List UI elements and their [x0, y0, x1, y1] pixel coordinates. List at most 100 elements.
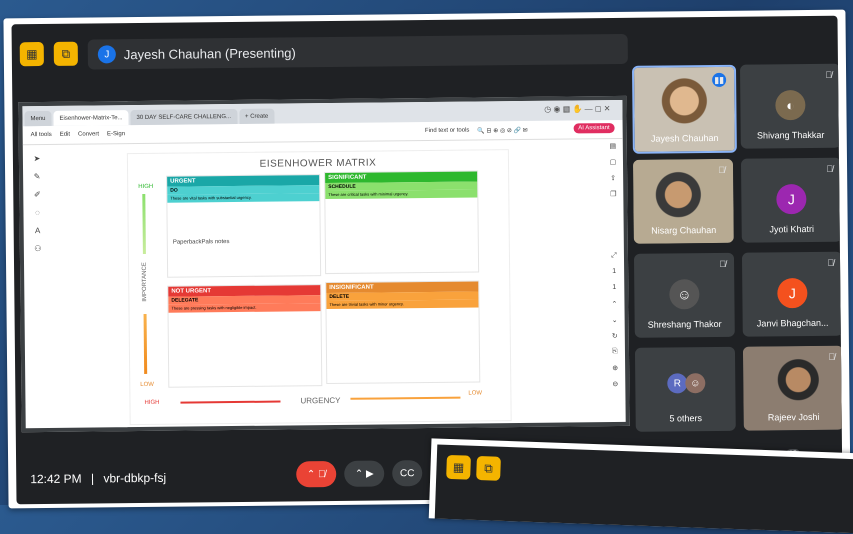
- comment-icon[interactable]: ✎: [31, 172, 43, 184]
- mic-off-icon: 🎙̸: [718, 164, 726, 175]
- mic-off-icon: 🎙̸: [828, 351, 836, 362]
- quadrant-urgent: URGENT DO These are vital tasks with sub…: [166, 174, 322, 278]
- quadrant-significant: SIGNIFICANT SCHEDULE These are critical …: [324, 170, 480, 275]
- separator: |: [90, 471, 95, 486]
- tab-selfcare[interactable]: 30 DAY SELF-CARE CHALLENG...: [130, 108, 238, 126]
- pen-icon[interactable]: ✐: [31, 190, 43, 202]
- tile-jayesh[interactable]: ▮▮ Jayesh Chauhan: [631, 64, 737, 154]
- arrow-right: [350, 396, 461, 400]
- presenter-bar: J Jayesh Chauhan (Presenting): [87, 33, 628, 70]
- tile-name: Janvi Bhagchan...: [756, 317, 829, 329]
- page-thumbs-icon[interactable]: ▤: [607, 142, 619, 154]
- expand-icon[interactable]: ⤢: [608, 252, 620, 264]
- tile-janvi[interactable]: J 🎙̸ Janvi Bhagchan...: [741, 251, 843, 337]
- meeting-time: 12:42 PM: [30, 471, 82, 487]
- tab-eisenhower[interactable]: Eisenhower-Matrix-Te...: [53, 110, 129, 126]
- tile-name: Jayesh Chauhan: [650, 132, 719, 144]
- shared-screen: Menu Eisenhower-Matrix-Te... 30 DAY SELF…: [18, 95, 630, 433]
- jyoti-avatar: J: [776, 184, 807, 215]
- arrow-left: [180, 400, 281, 404]
- axis-high-top: HIGH: [138, 183, 154, 191]
- presenter-avatar: J: [97, 45, 116, 64]
- shivang-avatar: ◐: [775, 90, 806, 121]
- camera-button[interactable]: ⌃ ▶: [344, 460, 385, 487]
- q2-desc: These are critical tasks with minimal ur…: [325, 189, 478, 200]
- tile-others[interactable]: R ☺ 5 others: [634, 346, 736, 432]
- share-icon[interactable]: ⇪: [607, 174, 619, 186]
- meeting-code: vbr-dbkp-fsj: [103, 470, 167, 486]
- others-avatar-2: ☺: [685, 373, 706, 394]
- axis-low-left: LOW: [140, 381, 154, 389]
- right-tools: ▤ ▢ ⇪ ❐ ⤢ 1 1 ⌃ ⌄ ↻ ⎘ ⊕ ⊖: [607, 142, 624, 396]
- up-icon[interactable]: ⌃: [608, 300, 620, 312]
- comments-icon[interactable]: ▢: [607, 158, 619, 170]
- meeting-info: 12:42 PM | vbr-dbkp-fsj: [30, 471, 166, 486]
- q1-desc: These are vital tasks with substantial u…: [167, 193, 320, 203]
- overlay-screenshot: ▦ ⧉: [428, 438, 853, 534]
- axis-importance: IMPORTANCE: [141, 262, 149, 302]
- save-icon[interactable]: ⎘: [609, 348, 621, 360]
- quadrant-insignificant: INSIGNIFICANT DELETE These are trivial t…: [325, 280, 481, 385]
- tile-name: Shivang Thakkar: [756, 129, 825, 141]
- janvi-avatar: J: [777, 278, 808, 309]
- tile-name: Shreshang Thakor: [647, 318, 722, 330]
- tile-shivang[interactable]: ◐ 🎙̸ Shivang Thakkar: [739, 63, 841, 149]
- page-number[interactable]: 1: [608, 268, 620, 280]
- tile-name: Rajeev Joshi: [767, 411, 820, 423]
- paperback-note: PaperbackPals notes: [172, 239, 230, 246]
- matrix-title: EISENHOWER MATRIX: [259, 157, 377, 170]
- tile-shreshang[interactable]: ☺ 🎙̸ Shreshang Thakor: [633, 252, 735, 338]
- overlay-pin-icon: ⧉: [476, 455, 501, 481]
- axis-urgency: URGENCY: [300, 395, 341, 406]
- layout-icon[interactable]: ▦: [19, 42, 44, 67]
- toolbar-icons[interactable]: 🔍 ⊟ ⊕ ◎ ⊘ 🔗 ✉: [477, 126, 527, 134]
- arrow-up: [142, 193, 146, 254]
- shreshang-avatar: ☺: [669, 279, 700, 310]
- cursor-icon[interactable]: ➤: [31, 154, 43, 166]
- q4-desc: These are trivial tasks with minor urgen…: [326, 299, 479, 310]
- zoom-out-icon[interactable]: ⊖: [609, 380, 621, 392]
- tile-name: Nisarg Chauhan: [651, 224, 717, 236]
- presenter-label: Jayesh Chauhan (Presenting): [123, 44, 296, 62]
- tab-menu[interactable]: Menu: [24, 110, 52, 127]
- overlay-inner: ▦ ⧉: [434, 444, 853, 534]
- zoom-in-icon[interactable]: ⊕: [609, 364, 621, 376]
- mic-off-icon: 🎙̸: [827, 257, 835, 268]
- tile-name: 5 others: [669, 413, 702, 424]
- axis-low-right: LOW: [468, 390, 483, 397]
- find-text[interactable]: Find text or tools: [425, 128, 469, 134]
- toolbar-esign[interactable]: E-Sign: [107, 131, 125, 137]
- tile-nisarg[interactable]: 🎙̸ Nisarg Chauhan: [632, 158, 734, 244]
- overlay-layout-icon: ▦: [446, 454, 471, 480]
- q3-desc: These are pressing tasks with negligible…: [168, 303, 321, 313]
- pin-icon[interactable]: ⧉: [53, 41, 78, 66]
- copy-icon[interactable]: ❐: [607, 190, 619, 202]
- window-controls-icon[interactable]: ◷ ◉ ▦ ✋ — ◻ ✕: [544, 104, 610, 114]
- meet-window: ▦ ⧉ J Jayesh Chauhan (Presenting) Menu E…: [11, 15, 843, 505]
- arrow-down: [143, 313, 148, 374]
- ai-assistant-button[interactable]: AI Assistant: [573, 123, 615, 134]
- lasso-icon[interactable]: ◌: [31, 208, 43, 220]
- down-icon[interactable]: ⌄: [609, 316, 621, 328]
- tab-create[interactable]: + Create: [238, 108, 275, 124]
- mic-button[interactable]: ⌃ 🎙̸: [296, 460, 337, 488]
- page-total: 1: [612, 284, 617, 292]
- toolbar-edit[interactable]: Edit: [60, 132, 70, 138]
- text-icon[interactable]: A: [32, 226, 44, 238]
- stamp-icon[interactable]: ⚇: [32, 244, 44, 256]
- speaking-icon: ▮▮: [712, 72, 727, 88]
- toolbar-all-tools[interactable]: All tools: [31, 132, 52, 138]
- captions-button[interactable]: CC: [392, 460, 423, 487]
- tile-rajeev[interactable]: 🎙̸ Rajeev Joshi: [742, 345, 843, 431]
- refresh-icon[interactable]: ↻: [609, 332, 621, 344]
- axis-high-left: HIGH: [144, 399, 160, 406]
- eisenhower-document: EISENHOWER MATRIX HIGH IMPORTANCE LOW HI…: [126, 149, 512, 426]
- mic-off-icon: 🎙̸: [719, 258, 727, 269]
- toolbar-convert[interactable]: Convert: [78, 131, 99, 137]
- left-tools: ➤ ✎ ✐ ◌ A ⚇: [31, 154, 46, 262]
- tile-jyoti[interactable]: J 🎙̸ Jyoti Khatri: [740, 157, 842, 243]
- mic-off-icon: 🎙̸: [826, 163, 834, 174]
- mic-off-icon: 🎙̸: [825, 69, 833, 80]
- tile-name: Jyoti Khatri: [769, 223, 815, 235]
- quadrant-not-urgent: NOT URGENT DELEGATE These are pressing t…: [167, 284, 323, 388]
